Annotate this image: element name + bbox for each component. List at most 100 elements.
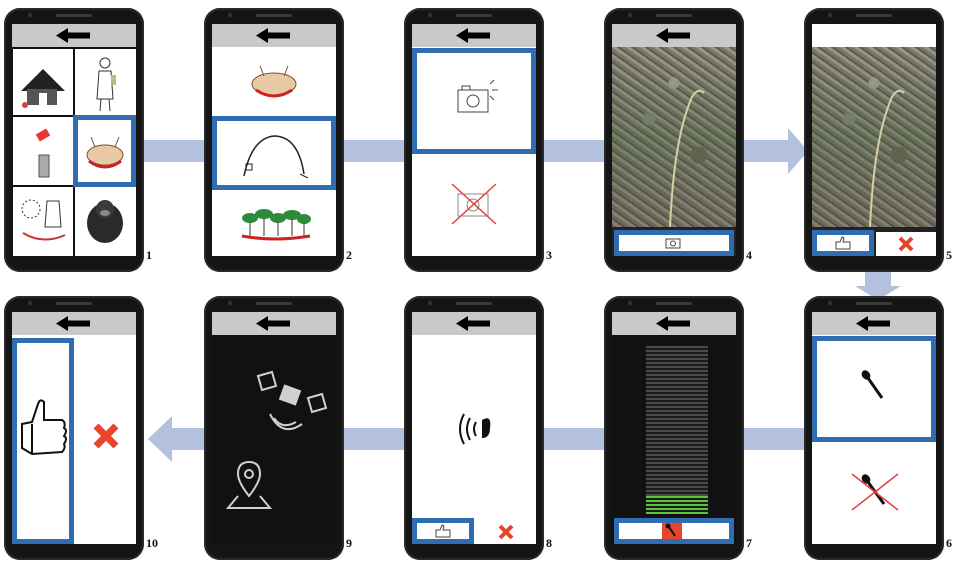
screen-step-3 [412,24,536,256]
phone-step-1: 1 [4,8,152,272]
back-arrow-icon[interactable] [56,316,92,331]
flow-arrow-9-10 [170,428,208,450]
person-icon [96,57,116,112]
animal-icon [251,65,297,98]
stop-recording-button[interactable] [662,520,682,542]
bag-icon [21,199,66,241]
back-arrow-icon[interactable] [256,28,292,43]
back-arrow-icon[interactable] [456,316,492,331]
screen-step-2 [212,24,336,256]
playback-area[interactable] [412,336,536,514]
accept-audio-button[interactable] [416,522,470,540]
top-bar [12,312,136,335]
top-bar [212,312,336,335]
grid-cell-person[interactable] [75,49,136,115]
screen-step-7 [612,312,736,544]
forest-icon [241,209,311,241]
grid-cell-spray[interactable] [13,117,73,185]
flow-arrow-4-5 [740,140,790,162]
trap-icon [243,135,309,179]
grid-cell-gorilla[interactable] [75,187,136,256]
step-number: 2 [346,248,352,262]
screen-step-4 [612,24,736,256]
flow-arrow-6-7 [740,428,806,450]
speaking-icon [459,413,491,445]
option-no-audio[interactable] [812,444,936,544]
camera-icon [665,238,681,249]
phone-step-10: 10 [4,296,158,560]
option-take-photo[interactable] [412,50,536,150]
spray-icon [35,128,51,178]
cancel-icon [898,236,914,252]
audio-level-meter [646,346,708,514]
option-trap[interactable] [212,118,336,188]
accept-photo-button[interactable] [816,234,870,252]
top-bar [12,24,136,47]
phone-step-7: 7 [604,296,752,560]
confirm-submit-button[interactable] [12,336,74,544]
back-arrow-icon[interactable] [856,316,892,331]
location-pin-icon [225,460,273,509]
top-bar [412,24,536,47]
phone-step-9: 9 [204,296,352,560]
phone-step-5: 5 [804,8,952,272]
screen-step-1 [12,24,136,256]
option-no-photo[interactable] [412,156,536,256]
phone-step-3: 3 [404,8,552,272]
grid-cell-hut[interactable] [13,49,73,115]
microphone-icon [861,370,884,399]
flow-arrow-8-9 [340,428,406,450]
back-arrow-icon[interactable] [656,316,692,331]
cancel-submit-button[interactable] [76,336,136,544]
step-number: 10 [146,536,158,550]
screen-step-9 [212,312,336,544]
flow-arrowhead-9-10 [148,416,172,462]
microphone-icon [665,523,676,537]
top-bar [212,24,336,47]
top-bar [412,312,536,335]
capture-button[interactable] [616,234,732,252]
audio-level-active [646,496,708,514]
step-number: 1 [146,248,152,262]
option-record-audio[interactable] [812,338,936,438]
flow-arrow-7-8 [540,428,606,450]
thumbs-up-icon [21,399,67,456]
screen-step-10 [12,312,136,544]
step-number: 5 [946,248,952,262]
top-bar [612,24,736,47]
step-number: 4 [746,248,752,262]
cancel-icon [498,524,514,540]
gorilla-icon [87,200,123,243]
plant-stem [669,89,705,227]
phone-step-2: 2 [204,8,352,272]
option-forest[interactable] [212,190,336,256]
top-bar [612,312,736,335]
option-animal[interactable] [212,48,336,116]
animal-icon [86,136,124,169]
back-arrow-icon[interactable] [256,316,292,331]
plant-stem [869,89,905,227]
grid-cell-animal[interactable] [75,117,136,185]
satellite-icon [256,370,328,431]
phone-step-4: 4 [604,8,752,272]
camera-icon [457,79,498,113]
phone-step-6: 6 [804,296,952,560]
top-bar [812,24,936,47]
flow-arrow-1-2 [140,140,208,162]
phone-step-8: 8 [404,296,552,560]
back-arrow-icon[interactable] [656,28,692,43]
cancel-icon [93,423,119,449]
step-number: 8 [546,536,552,550]
grid-cell-bag[interactable] [13,187,73,256]
back-arrow-icon[interactable] [456,28,492,43]
microphone-icon [851,473,899,511]
thumbs-up-icon [435,524,451,538]
step-number: 9 [346,536,352,550]
top-bar [812,312,936,335]
reject-audio-button[interactable] [476,520,536,544]
back-arrow-icon[interactable] [56,28,92,43]
camera-icon [451,183,497,225]
flow-arrow-2-3 [340,140,406,162]
reject-photo-button[interactable] [876,232,936,256]
screen-step-8 [412,312,536,544]
